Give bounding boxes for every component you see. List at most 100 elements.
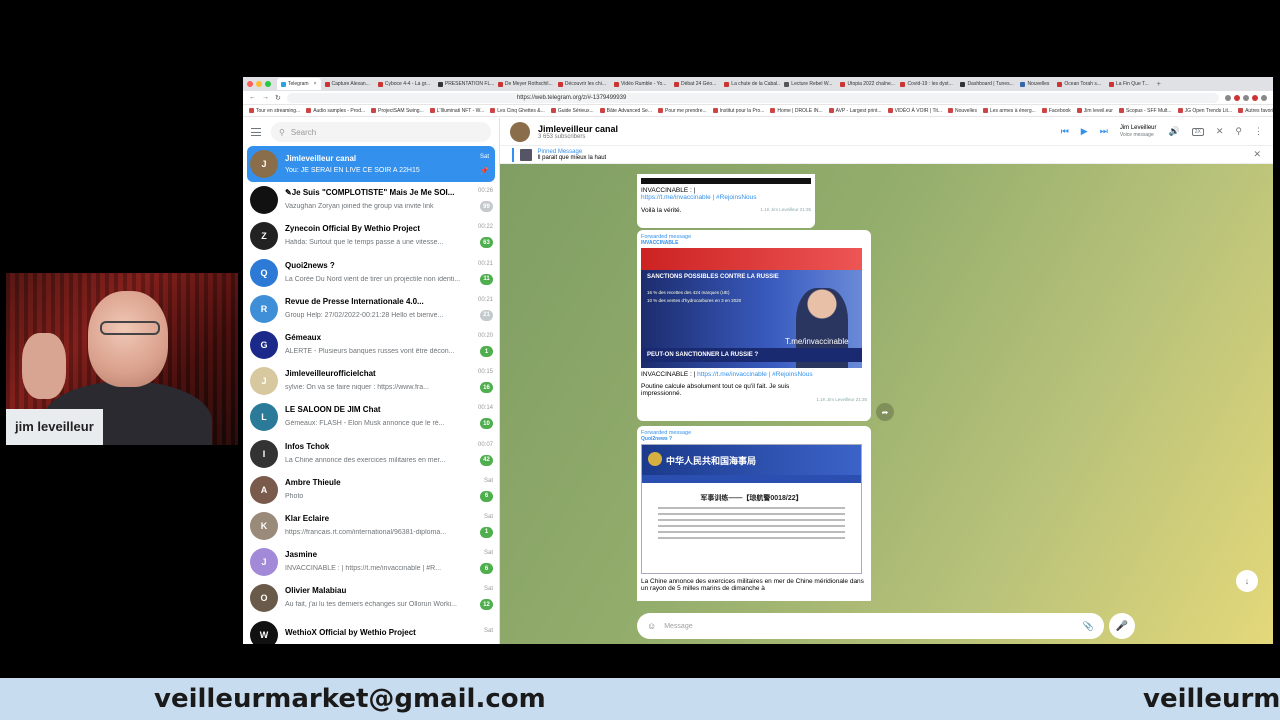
chat-list-item[interactable]: Q Quoi2news ? 00:21 La Corée Du Nord vient … — [243, 255, 499, 291]
browser-tab[interactable]: Ocean Torah s... — [1053, 78, 1105, 90]
chat-time: Sat — [483, 628, 493, 635]
browser-tab[interactable]: Capture Alexan... — [321, 78, 374, 90]
chat-list-item[interactable]: ✎Je Suis "COMPLOTISTE" Mais Je Me SOI...… — [243, 182, 499, 218]
bookmark-item[interactable]: Institut pour la Pro... — [713, 108, 765, 114]
chat-list-item[interactable]: J Jimleveilleur canal Sat You: JE SERAI EN … — [247, 146, 495, 183]
message-input[interactable]: Message — [664, 623, 1075, 630]
extension-icon[interactable] — [1252, 94, 1258, 101]
bookmark-item[interactable]: Home | DROLE IN... — [770, 108, 822, 114]
search-input[interactable]: ⚲ Search — [271, 122, 491, 142]
chat-info: Ambre Thieule Sat Photo 6 — [285, 478, 493, 502]
channel-title[interactable]: Jimleveilleur canal — [538, 124, 618, 134]
browser-tab[interactable]: Vidéo Rumble - Yo... — [610, 78, 670, 90]
browser-tab[interactable]: Cyboce 4-4 - La gr... — [374, 78, 434, 90]
volume-icon[interactable]: 🔊 — [1169, 126, 1180, 137]
forwarded-source[interactable]: Quoi2news ? — [641, 436, 867, 442]
bookmark-item[interactable]: Les armes à énerg... — [983, 108, 1036, 114]
playback-speed-button[interactable]: 2X — [1191, 127, 1204, 136]
minimize-window-button[interactable] — [256, 81, 262, 87]
profile-icon[interactable] — [1261, 94, 1267, 101]
browser-tab[interactable]: Utopia 2022 chaîne... — [836, 78, 896, 90]
glasses-icon — [100, 321, 160, 335]
close-player-icon[interactable]: ✕ — [1216, 126, 1224, 137]
forwarded-source[interactable]: INVACCINABLE — [641, 240, 867, 246]
bookmark-item[interactable]: Les Cinq Ghettes &... — [490, 108, 545, 114]
bookmark-item[interactable]: ProjectSAM Swing... — [371, 108, 424, 114]
close-tab-icon[interactable]: × — [314, 81, 317, 87]
chat-list-item[interactable]: Z Zynecoin Official By Wethio Project 00:2… — [243, 218, 499, 254]
browser-tab[interactable]: Dashboard | Tunes... — [956, 78, 1016, 90]
search-chat-icon[interactable]: ⚲ — [1235, 126, 1242, 137]
bookmark-item[interactable]: AVP - Largest print... — [829, 108, 882, 114]
bookmark-item[interactable]: Guide Sérieux... — [551, 108, 594, 114]
back-icon[interactable]: ← — [249, 94, 256, 101]
close-pinned-icon[interactable]: ✕ — [1253, 149, 1261, 160]
bookmark-item[interactable]: VIDÉO À VOIR | Tit... — [888, 108, 942, 114]
chat-list-item[interactable]: J Jimleveilleurofficielchat 00:15 sylvie: O… — [243, 363, 499, 399]
chat-list-item[interactable]: W WethioX Official by Wethio Project Sat — [243, 616, 499, 644]
bookmark-item[interactable]: Jim leveil.eur — [1077, 108, 1113, 114]
channel-avatar[interactable] — [510, 121, 530, 142]
bookmark-item[interactable]: Facebook — [1042, 108, 1071, 114]
chat-list-item[interactable]: I Infos Tchok 00:07 La Chine annonce des ex… — [243, 436, 499, 472]
extension-icon[interactable] — [1225, 94, 1231, 101]
emblem-icon — [648, 452, 662, 466]
bookmark-item[interactable]: Autres favoris — [1238, 108, 1273, 114]
chat-avatar: O — [250, 584, 278, 613]
bookmark-item[interactable]: Audio samples - Prod... — [306, 108, 365, 114]
browser-tab[interactable]: La Fin Que T... — [1105, 78, 1153, 90]
play-icon[interactable]: ▶ — [1081, 126, 1088, 137]
share-icon[interactable]: ➦ — [876, 403, 894, 421]
chat-list-item[interactable]: G Gémeaux 00:20 ALERTE - Plusieurs banques … — [243, 327, 499, 363]
message-link[interactable]: https://t.me/invaccinable | #RejoinsNous — [641, 194, 811, 201]
browser-tab[interactable]: Débat 24 Géo... — [670, 78, 720, 90]
video-thumbnail[interactable]: SANCTIONS POSSIBLES CONTRE LA RUSSIE 16 … — [641, 248, 862, 368]
emoji-icon[interactable]: ☺ — [647, 621, 656, 631]
microphone-button[interactable]: 🎤 — [1109, 613, 1135, 639]
media-thumbnail[interactable] — [641, 178, 811, 184]
browser-tab[interactable]: Telegram × — [277, 78, 321, 90]
bookmark-item[interactable]: L'Illuminati NFT - W... — [430, 108, 485, 114]
document-text-line — [658, 513, 845, 515]
new-tab-icon[interactable]: + — [1157, 81, 1161, 88]
chat-list-item[interactable]: O Olivier Malabiau Sat Au fait, j'ai lu tes… — [243, 580, 499, 616]
browser-tab[interactable]: Découvrir les chi... — [554, 78, 610, 90]
bookmark-item[interactable]: Bâte Advanced Se... — [600, 108, 652, 114]
previous-track-icon[interactable]: ⏮ — [1061, 126, 1069, 137]
chat-list-item[interactable]: J Jasmine Sat INVACCINABLE : | https://t.me… — [243, 544, 499, 580]
bookmark-item[interactable]: Scopus - SFF Mult... — [1119, 108, 1172, 114]
message-link[interactable]: https://t.me/invaccinable | #RejoinsNous — [697, 371, 813, 378]
message-composer[interactable]: ☺ Message 📎 — [637, 613, 1104, 639]
reload-icon[interactable]: ↻ — [275, 94, 281, 102]
chat-list-item[interactable]: R Revue de Presse Internationale 4.0... 00… — [243, 291, 499, 327]
menu-icon[interactable] — [251, 128, 261, 136]
bookmark-item[interactable]: JG Open Trends Lit... — [1178, 108, 1233, 114]
unread-badge: 6 — [480, 490, 493, 502]
browser-tab[interactable]: Lecture Rebel W... — [780, 78, 836, 90]
chat-list-item[interactable]: L LE SALOON DE JIM Chat 00:14 Gémeaux: FLAS… — [243, 399, 499, 435]
extension-icon[interactable] — [1243, 94, 1249, 101]
chat-info: Olivier Malabiau Sat Au fait, j'ai lu tes … — [285, 586, 493, 611]
chat-list-item[interactable]: K Klar Eclaire Sat https://francais.rt.com/… — [243, 508, 499, 544]
bookmark-item[interactable]: Tour en streaming... — [249, 108, 300, 114]
next-track-icon[interactable]: ⏭ — [1100, 126, 1108, 137]
bookmark-item[interactable]: Nouvelles — [948, 108, 977, 114]
attach-icon[interactable]: 📎 — [1083, 621, 1094, 632]
browser-tab[interactable]: Nouvelles — [1016, 78, 1053, 90]
extension-icon[interactable] — [1234, 94, 1240, 101]
close-window-button[interactable] — [247, 81, 253, 87]
bookmark-item[interactable]: Pour me prendre... — [658, 108, 707, 114]
forward-icon[interactable]: → — [262, 94, 269, 101]
pinned-message-bar[interactable]: Pinned Message Il parait que mieux la ha… — [500, 146, 1273, 164]
document-image[interactable]: 中华人民共和国海事局 军事训练——【琼航警0018/22】 — [641, 444, 862, 574]
scroll-down-button[interactable]: ↓ — [1236, 570, 1258, 592]
browser-tab[interactable]: De Meyer Rothschil... — [494, 78, 554, 90]
browser-tab[interactable]: PRESENTATION FL... — [434, 78, 494, 90]
webcam-name-label: jim leveilleur — [6, 409, 103, 445]
maximize-window-button[interactable] — [265, 81, 271, 87]
chat-list-item[interactable]: A Ambre Thieule Sat Photo 6 — [243, 472, 499, 508]
url-field[interactable]: https://web.telegram.org/z/#-1379499939 — [286, 92, 1219, 103]
browser-tab[interactable]: La chute de la Cabal... — [720, 78, 780, 90]
more-options-icon[interactable]: ⋮ — [1254, 126, 1263, 137]
browser-tab[interactable]: Covid-19 : les dyst... — [896, 78, 956, 90]
